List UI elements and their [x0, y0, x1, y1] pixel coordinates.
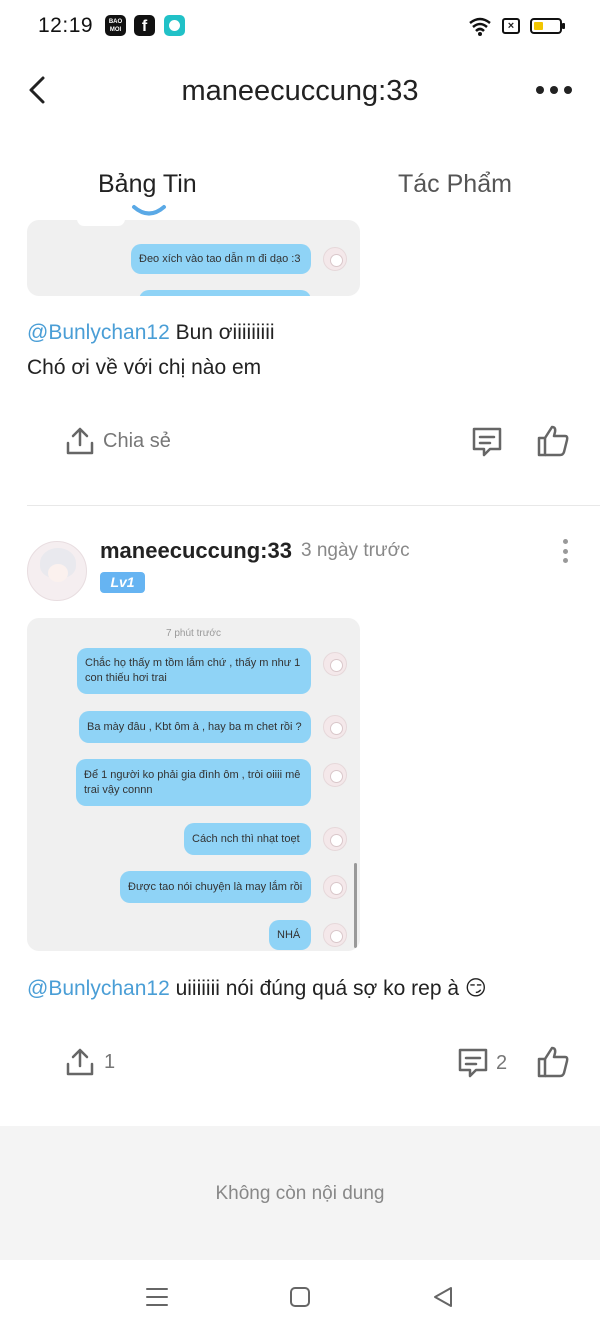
menu-icon[interactable] — [144, 1284, 170, 1310]
page-title: maneecuccung:33 — [181, 75, 419, 107]
top-bar: maneecuccung:33 — [0, 60, 600, 122]
chat-avatar — [323, 923, 347, 947]
user-mention-link[interactable]: @Bunlychan12 — [27, 977, 170, 1000]
chat-bubble: Được tao nói chuyện là may lắm rồi — [120, 871, 311, 903]
share-icon — [66, 427, 94, 455]
share-label: Chia sẻ — [103, 429, 171, 452]
status-bar: 12:19 BAO MOI f × — [0, 0, 600, 52]
chat-avatar — [323, 827, 347, 851]
post-author[interactable]: maneecuccung:33 — [100, 538, 292, 564]
chat-bubble: Đeo xích vào tao dẫn m đi dạo :3 — [131, 244, 311, 274]
post-caption: @Bunlychan12 uiiiiiii nói đúng quá sợ ko… — [27, 977, 487, 1000]
tab-active-indicator — [132, 205, 166, 216]
chat-avatar — [323, 247, 347, 271]
battery-icon — [530, 18, 565, 34]
comment-icon — [458, 1048, 488, 1078]
chat-bubble — [139, 290, 311, 296]
more-options-icon[interactable] — [536, 86, 572, 96]
end-of-content-label: Không còn nội dung — [215, 1183, 385, 1204]
status-icons: × — [468, 15, 565, 37]
comment-button[interactable]: 2 — [456, 1046, 507, 1080]
home-icon[interactable] — [287, 1284, 313, 1310]
post-timestamp: 3 ngày trước — [301, 540, 410, 561]
back-icon[interactable] — [430, 1284, 456, 1310]
comment-icon[interactable] — [470, 425, 504, 459]
post-caption-line: Chó ơi về với chị nào em — [27, 356, 262, 379]
post-image[interactable]: 7 phút trước Chắc họ thấy m tồm lắm chứ … — [27, 618, 360, 951]
level-badge: Lv1 — [100, 572, 145, 593]
wifi-icon — [469, 17, 491, 36]
comment-count: 2 — [496, 1051, 508, 1074]
post-divider — [27, 505, 600, 506]
chat-avatar — [323, 875, 347, 899]
baomoi-app-icon: BAO MOI — [105, 15, 126, 36]
post-image[interactable]: Đeo xích vào tao dẫn m đi dạo :3 — [27, 220, 360, 296]
status-time: 12:19 — [38, 14, 94, 37]
chat-app-icon — [164, 15, 185, 36]
chat-avatar — [323, 652, 347, 676]
share-icon — [66, 1048, 94, 1076]
share-count: 1 — [104, 1050, 116, 1073]
user-mention-link[interactable]: @Bunlychan12 — [27, 321, 170, 344]
profile-tabs: Bảng Tin Tác Phẩm — [0, 160, 600, 220]
chat-bubble: NHÁ — [269, 920, 311, 950]
chat-avatar — [323, 715, 347, 739]
sim-x-icon: × — [502, 18, 520, 34]
chat-bubble: Chắc họ thấy m tồm lắm chứ , thấy m như … — [77, 648, 311, 694]
chat-timestamp: 7 phút trước — [166, 628, 221, 639]
like-icon[interactable] — [535, 423, 571, 459]
avatar[interactable] — [27, 541, 87, 601]
scrollbar — [354, 863, 357, 948]
post-menu-icon[interactable] — [560, 539, 570, 563]
system-nav-bar — [0, 1260, 600, 1333]
tab-works[interactable]: Tác Phẩm — [398, 170, 512, 199]
share-button[interactable]: Chia sẻ — [64, 425, 171, 457]
chat-bubble: Cách nch thì nhạt toẹt — [184, 823, 311, 855]
chat-bubble: Để 1 người ko phải gia đình ôm , tròi oi… — [76, 759, 311, 806]
share-button[interactable]: 1 — [64, 1046, 115, 1078]
tab-news-feed[interactable]: Bảng Tin — [98, 170, 197, 199]
chat-bubble: Ba mày đâu , Kbt ôm à , hay ba m chet rồ… — [79, 711, 311, 743]
chat-avatar — [323, 763, 347, 787]
facebook-app-icon: f — [134, 15, 155, 36]
post-caption: @Bunlychan12 Bun ơiiiiiiiii — [27, 321, 275, 344]
like-icon[interactable] — [535, 1044, 571, 1080]
